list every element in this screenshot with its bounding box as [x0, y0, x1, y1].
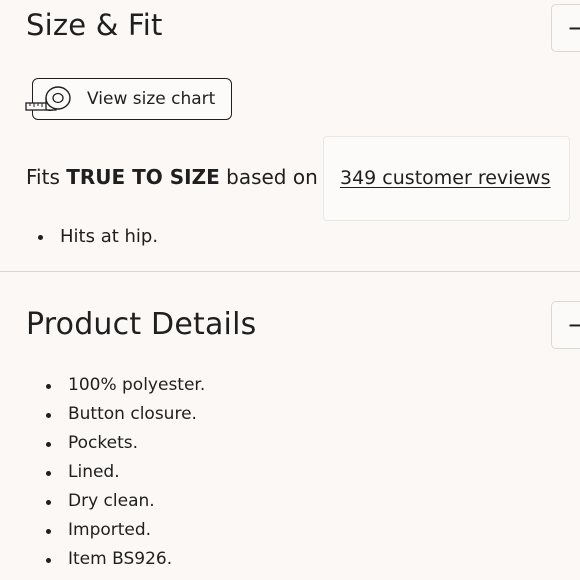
view-size-chart-button[interactable]: View size chart	[25, 78, 232, 120]
measuring-tape-icon	[25, 86, 71, 111]
customer-reviews-link[interactable]: 349 customer reviews	[340, 165, 551, 191]
fit-suffix: based on	[226, 165, 318, 189]
product-details-list: 100% polyester. Button closure. Pockets.…	[46, 371, 205, 574]
view-size-chart-label: View size chart	[87, 89, 216, 109]
size-fit-collapse-button[interactable]: −	[551, 4, 580, 52]
list-item: Imported.	[46, 516, 205, 545]
section-divider	[0, 271, 580, 272]
list-item: Button closure.	[46, 400, 205, 429]
list-item: Lined.	[46, 458, 205, 487]
reviews-link-box: 349 customer reviews	[323, 136, 570, 221]
product-accordion: Size & Fit − View size chart Fits TRUE T…	[0, 0, 580, 580]
minus-icon: −	[567, 311, 580, 339]
fit-summary: Fits TRUE TO SIZE based on	[26, 164, 318, 190]
minus-icon: −	[567, 14, 580, 42]
list-item: Hits at hip.	[38, 222, 158, 251]
fit-notes-list: Hits at hip.	[38, 222, 158, 251]
fit-value: TRUE TO SIZE	[66, 165, 220, 189]
size-fit-title: Size & Fit	[26, 8, 163, 42]
list-item: Pockets.	[46, 429, 205, 458]
list-item: 100% polyester.	[46, 371, 205, 400]
product-details-collapse-button[interactable]: −	[551, 301, 580, 349]
product-details-title: Product Details	[26, 307, 257, 342]
fit-prefix: Fits	[26, 165, 60, 189]
list-item: Dry clean.	[46, 487, 205, 516]
list-item: Item BS926.	[46, 545, 205, 574]
